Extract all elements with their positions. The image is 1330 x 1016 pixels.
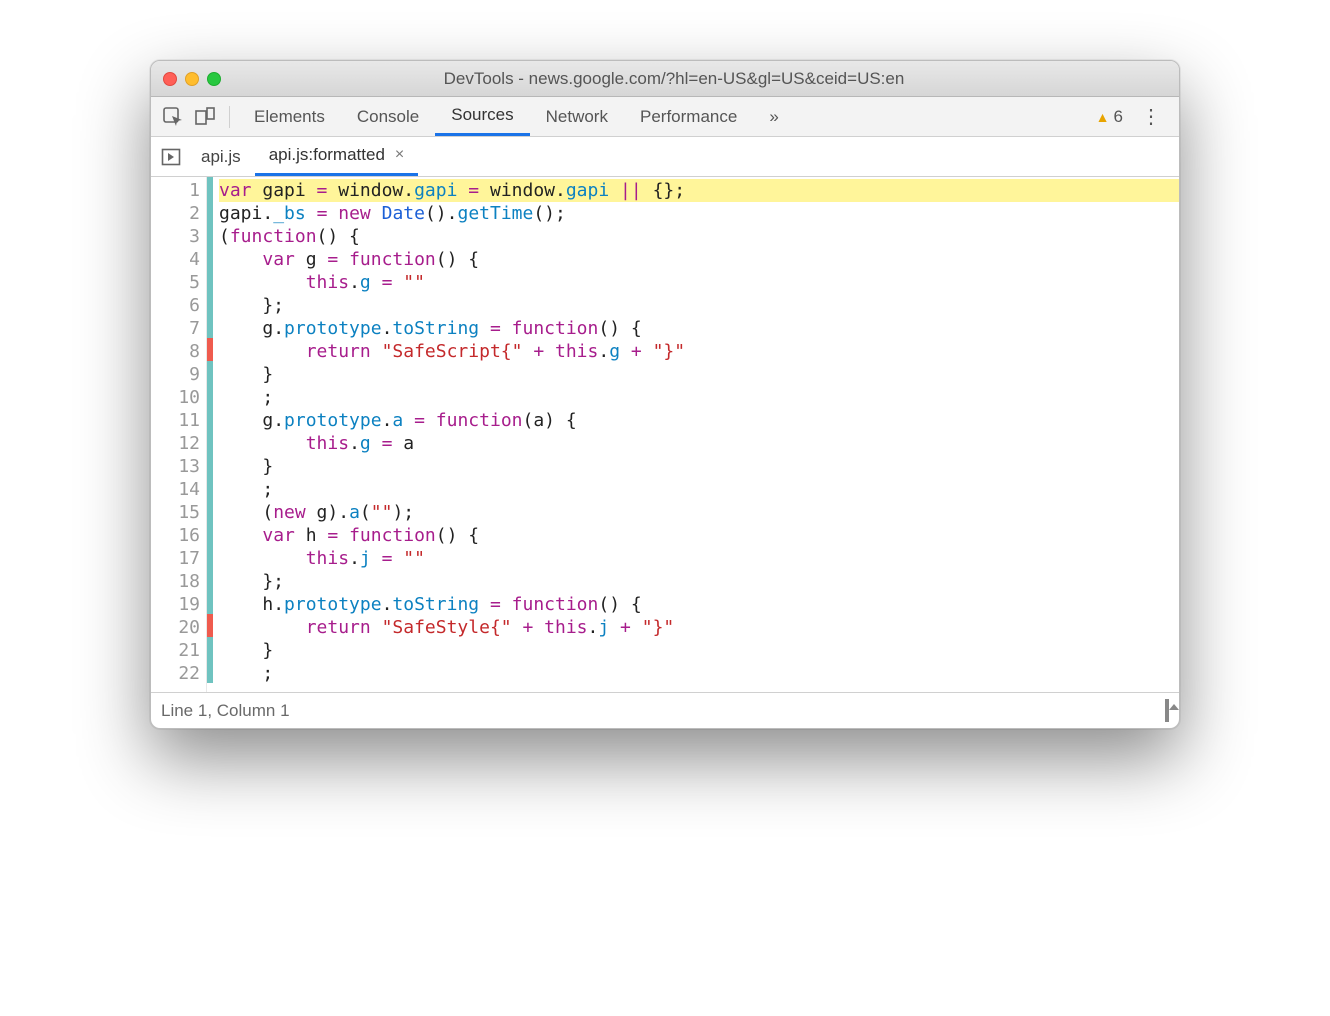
code-line[interactable]: }; <box>219 570 1179 593</box>
toggle-navigator-icon[interactable] <box>155 143 187 171</box>
code-line[interactable]: var g = function() { <box>219 248 1179 271</box>
inspect-element-icon[interactable] <box>157 101 189 133</box>
code-line[interactable]: ; <box>219 478 1179 501</box>
line-number[interactable]: 1 <box>151 179 200 202</box>
code-body[interactable]: var gapi = window.gapi = window.gapi || … <box>213 177 1179 692</box>
status-bar: Line 1, Column 1 <box>151 692 1179 728</box>
settings-menu-icon[interactable]: ⋮ <box>1135 104 1167 129</box>
line-number[interactable]: 20 <box>151 616 200 639</box>
line-number[interactable]: 5 <box>151 271 200 294</box>
code-line[interactable]: gapi._bs = new Date().getTime(); <box>219 202 1179 225</box>
code-line[interactable]: var h = function() { <box>219 524 1179 547</box>
line-number[interactable]: 12 <box>151 432 200 455</box>
file-tab-label: api.js <box>201 147 241 167</box>
tab-elements[interactable]: Elements <box>238 97 341 136</box>
line-number[interactable]: 17 <box>151 547 200 570</box>
line-number[interactable]: 2 <box>151 202 200 225</box>
devtools-window: DevTools - news.google.com/?hl=en-US&gl=… <box>150 60 1180 729</box>
tab-performance[interactable]: Performance <box>624 97 753 136</box>
warning-icon: ▲ <box>1096 109 1110 125</box>
code-editor[interactable]: 12345678910111213141516171819202122 var … <box>151 177 1179 692</box>
code-line[interactable]: ; <box>219 662 1179 685</box>
code-line[interactable]: g.prototype.toString = function() { <box>219 317 1179 340</box>
line-number[interactable]: 10 <box>151 386 200 409</box>
line-number-gutter: 12345678910111213141516171819202122 <box>151 177 207 692</box>
window-title: DevTools - news.google.com/?hl=en-US&gl=… <box>237 69 1167 89</box>
line-number[interactable]: 16 <box>151 524 200 547</box>
traffic-lights <box>163 72 221 86</box>
minimize-window-button[interactable] <box>185 72 199 86</box>
code-line[interactable]: } <box>219 455 1179 478</box>
code-line[interactable]: this.j = "" <box>219 547 1179 570</box>
code-line[interactable]: } <box>219 639 1179 662</box>
line-number[interactable]: 8 <box>151 340 200 363</box>
file-tab[interactable]: api.js <box>187 137 255 176</box>
warning-count-value: 6 <box>1114 107 1123 127</box>
device-toolbar-icon[interactable] <box>189 101 221 133</box>
divider <box>229 106 230 128</box>
show-drawer-icon[interactable] <box>1165 701 1169 721</box>
line-number[interactable]: 6 <box>151 294 200 317</box>
cursor-position: Line 1, Column 1 <box>161 701 290 721</box>
file-tabstrip: api.js api.js:formatted × <box>151 137 1179 177</box>
line-number[interactable]: 15 <box>151 501 200 524</box>
tab-console[interactable]: Console <box>341 97 435 136</box>
tab-network[interactable]: Network <box>530 97 624 136</box>
line-number[interactable]: 21 <box>151 639 200 662</box>
line-number[interactable]: 7 <box>151 317 200 340</box>
code-line[interactable]: (function() { <box>219 225 1179 248</box>
code-line[interactable]: g.prototype.a = function(a) { <box>219 409 1179 432</box>
line-number[interactable]: 3 <box>151 225 200 248</box>
overflow-tabs-button[interactable]: » <box>753 97 794 136</box>
close-window-button[interactable] <box>163 72 177 86</box>
close-icon[interactable]: × <box>395 146 404 164</box>
line-number[interactable]: 18 <box>151 570 200 593</box>
line-number[interactable]: 22 <box>151 662 200 685</box>
warning-count[interactable]: ▲ 6 <box>1096 107 1123 127</box>
file-tab-label: api.js:formatted <box>269 145 385 165</box>
file-tab[interactable]: api.js:formatted × <box>255 137 419 176</box>
line-number[interactable]: 11 <box>151 409 200 432</box>
code-line[interactable]: var gapi = window.gapi = window.gapi || … <box>219 179 1179 202</box>
code-line[interactable]: return "SafeScript{" + this.g + "}" <box>219 340 1179 363</box>
line-number[interactable]: 4 <box>151 248 200 271</box>
main-tabstrip: ElementsConsoleSourcesNetworkPerformance… <box>151 97 1179 137</box>
zoom-window-button[interactable] <box>207 72 221 86</box>
code-line[interactable]: (new g).a(""); <box>219 501 1179 524</box>
code-line[interactable]: h.prototype.toString = function() { <box>219 593 1179 616</box>
code-line[interactable]: this.g = "" <box>219 271 1179 294</box>
code-line[interactable]: this.g = a <box>219 432 1179 455</box>
line-number[interactable]: 9 <box>151 363 200 386</box>
tab-sources[interactable]: Sources <box>435 97 529 136</box>
line-number[interactable]: 13 <box>151 455 200 478</box>
code-line[interactable]: return "SafeStyle{" + this.j + "}" <box>219 616 1179 639</box>
line-number[interactable]: 14 <box>151 478 200 501</box>
line-number[interactable]: 19 <box>151 593 200 616</box>
code-line[interactable]: } <box>219 363 1179 386</box>
code-line[interactable]: ; <box>219 386 1179 409</box>
code-line[interactable]: }; <box>219 294 1179 317</box>
titlebar: DevTools - news.google.com/?hl=en-US&gl=… <box>151 61 1179 97</box>
